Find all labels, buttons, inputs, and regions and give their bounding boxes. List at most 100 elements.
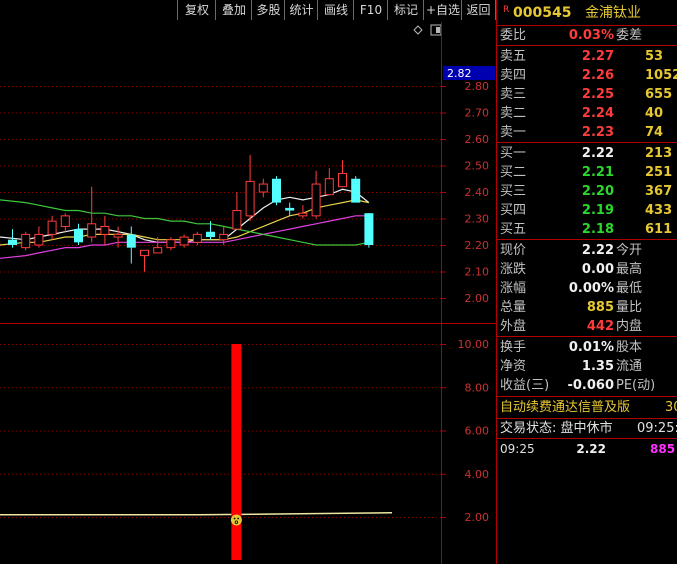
candle[interactable] — [364, 213, 374, 248]
fundamental-label-secondary: 流通 — [616, 359, 643, 374]
fundamental-label-secondary: 股本 — [616, 340, 643, 355]
buy-price: 2.22 — [581, 146, 614, 161]
quote-row: 总量 885 量比 — [497, 298, 677, 317]
tick-price: 2.22 — [576, 442, 606, 456]
candle[interactable] — [34, 226, 44, 248]
buy-row: 买二 2.21 251 — [497, 163, 677, 182]
smiley-marker-icon — [230, 514, 242, 526]
buy-volume: 611 — [645, 222, 673, 237]
candle[interactable] — [87, 186, 97, 243]
candle[interactable] — [192, 231, 202, 245]
stock-header[interactable]: R 000545 金浦钛业 — [497, 2, 677, 24]
candle[interactable] — [166, 237, 176, 251]
volume-baseline — [0, 512, 393, 516]
candle[interactable] — [258, 178, 268, 198]
volume-indicator — [0, 344, 393, 560]
kline-chart[interactable]: 2.80 2.70 2.60 2.50 2.40 2.30 2.20 2.10 2.00 10.… — [0, 0, 496, 564]
quote-value: 442 — [586, 319, 614, 334]
sell-level-label: 卖一 — [500, 125, 527, 140]
sell-level-label: 卖二 — [500, 106, 527, 121]
diamond-icon[interactable] — [413, 25, 423, 35]
sell-row: 卖一 2.23 74 — [497, 123, 677, 142]
sell-row: 卖四 2.26 1052 — [497, 66, 677, 85]
candle[interactable] — [60, 213, 70, 232]
buy-row: 买三 2.20 367 — [497, 182, 677, 201]
window-toggle-icon[interactable] — [430, 24, 442, 36]
volume-tick-label: 10.00 — [458, 338, 490, 351]
weibi-value: 0.03% — [568, 28, 614, 43]
candle[interactable] — [100, 215, 110, 245]
candles[interactable] — [8, 154, 374, 272]
buy-level-label: 买三 — [500, 184, 527, 199]
tick-row: 09:25 2.22 885 — [497, 440, 677, 459]
quote-label-secondary: 最高 — [616, 262, 643, 277]
candle[interactable] — [232, 192, 242, 230]
sell-volume: 53 — [645, 49, 664, 64]
candle[interactable] — [311, 170, 321, 219]
buy-price: 2.18 — [581, 222, 614, 237]
buy-level-label: 买二 — [500, 165, 527, 180]
volume-tick-label: 2.00 — [465, 511, 490, 524]
fundamental-value: 1.35 — [581, 359, 614, 374]
quote-label: 涨跌 — [500, 262, 527, 277]
trade-status: 交易状态: 盘中休市 09:25: — [497, 419, 677, 438]
fundamental-value: -0.060 — [567, 378, 614, 393]
trade-status-text: 交易状态: 盘中休市 — [500, 421, 613, 436]
fundamental-row: 净资 1.35 流通 — [497, 357, 677, 376]
weicha-label: 委差 — [616, 28, 643, 43]
candle[interactable] — [47, 215, 57, 240]
candle[interactable] — [113, 226, 123, 248]
buy-volume: 213 — [645, 146, 673, 161]
trade-status-time: 09:25: — [637, 421, 677, 436]
buy-level-label: 买五 — [500, 222, 527, 237]
candle[interactable] — [272, 176, 281, 206]
candle[interactable] — [126, 226, 136, 264]
volume-tick-label: 8.00 — [465, 381, 490, 394]
price-tick-label: 2.40 — [465, 186, 490, 199]
candle[interactable] — [179, 234, 189, 248]
quote-label: 涨幅 — [500, 281, 527, 296]
sell-price: 2.23 — [581, 125, 614, 140]
fundamental-label-secondary: PE(动) — [616, 378, 656, 393]
candle[interactable] — [245, 154, 255, 222]
ad-banner[interactable]: 自动续费通达信普及版 30 — [497, 398, 677, 417]
price-axis: 2.80 2.70 2.60 2.50 2.40 2.30 2.20 2.10 2.00 — [441, 80, 489, 305]
price-tick-label: 2.60 — [465, 133, 490, 146]
tick-time: 09:25 — [500, 442, 535, 456]
sell-price: 2.27 — [581, 49, 614, 64]
volume-tick-label: 4.00 — [465, 468, 490, 481]
candle[interactable] — [285, 202, 295, 216]
buy-price: 2.21 — [581, 165, 614, 180]
sell-row: 卖二 2.24 40 — [497, 104, 677, 123]
candle[interactable] — [324, 168, 334, 196]
candle[interactable] — [351, 176, 361, 203]
sell-price: 2.25 — [581, 87, 614, 102]
candle[interactable] — [338, 160, 347, 188]
fundamental-label: 收益(三) — [500, 378, 550, 393]
sell-level-label: 卖三 — [500, 87, 527, 102]
buy-row: 买四 2.19 433 — [497, 201, 677, 220]
buy-volume: 367 — [645, 184, 673, 199]
current-price-tag-text: 2.82 — [447, 67, 472, 80]
quote-row: 涨幅 0.00% 最低 — [497, 279, 677, 298]
candle[interactable] — [21, 231, 31, 251]
quote-label-secondary: 量比 — [616, 300, 643, 315]
price-tick-label: 2.70 — [465, 107, 490, 120]
tick-volume: 885 — [650, 442, 676, 456]
candle[interactable] — [74, 223, 83, 245]
quote-value: 885 — [586, 300, 614, 315]
quote-label-secondary: 内盘 — [616, 319, 643, 334]
fundamental-row: 收益(三) -0.060 PE(动) — [497, 376, 677, 395]
weibi-row: 委比 0.03% 委差 — [497, 26, 677, 45]
price-tick-label: 2.00 — [465, 292, 490, 305]
sell-level-label: 卖四 — [500, 68, 527, 83]
quote-row: 涨跌 0.00 最高 — [497, 260, 677, 279]
price-grid — [0, 86, 441, 299]
sell-volume: 655 — [645, 87, 673, 102]
stock-name: 金浦钛业 — [585, 5, 641, 21]
volume-axis: 10.00 8.00 6.00 4.00 2.00 — [441, 338, 489, 524]
buy-price: 2.19 — [581, 203, 614, 218]
candle[interactable] — [140, 249, 149, 272]
price-tick-label: 2.30 — [465, 213, 490, 226]
sell-price: 2.24 — [581, 106, 614, 121]
